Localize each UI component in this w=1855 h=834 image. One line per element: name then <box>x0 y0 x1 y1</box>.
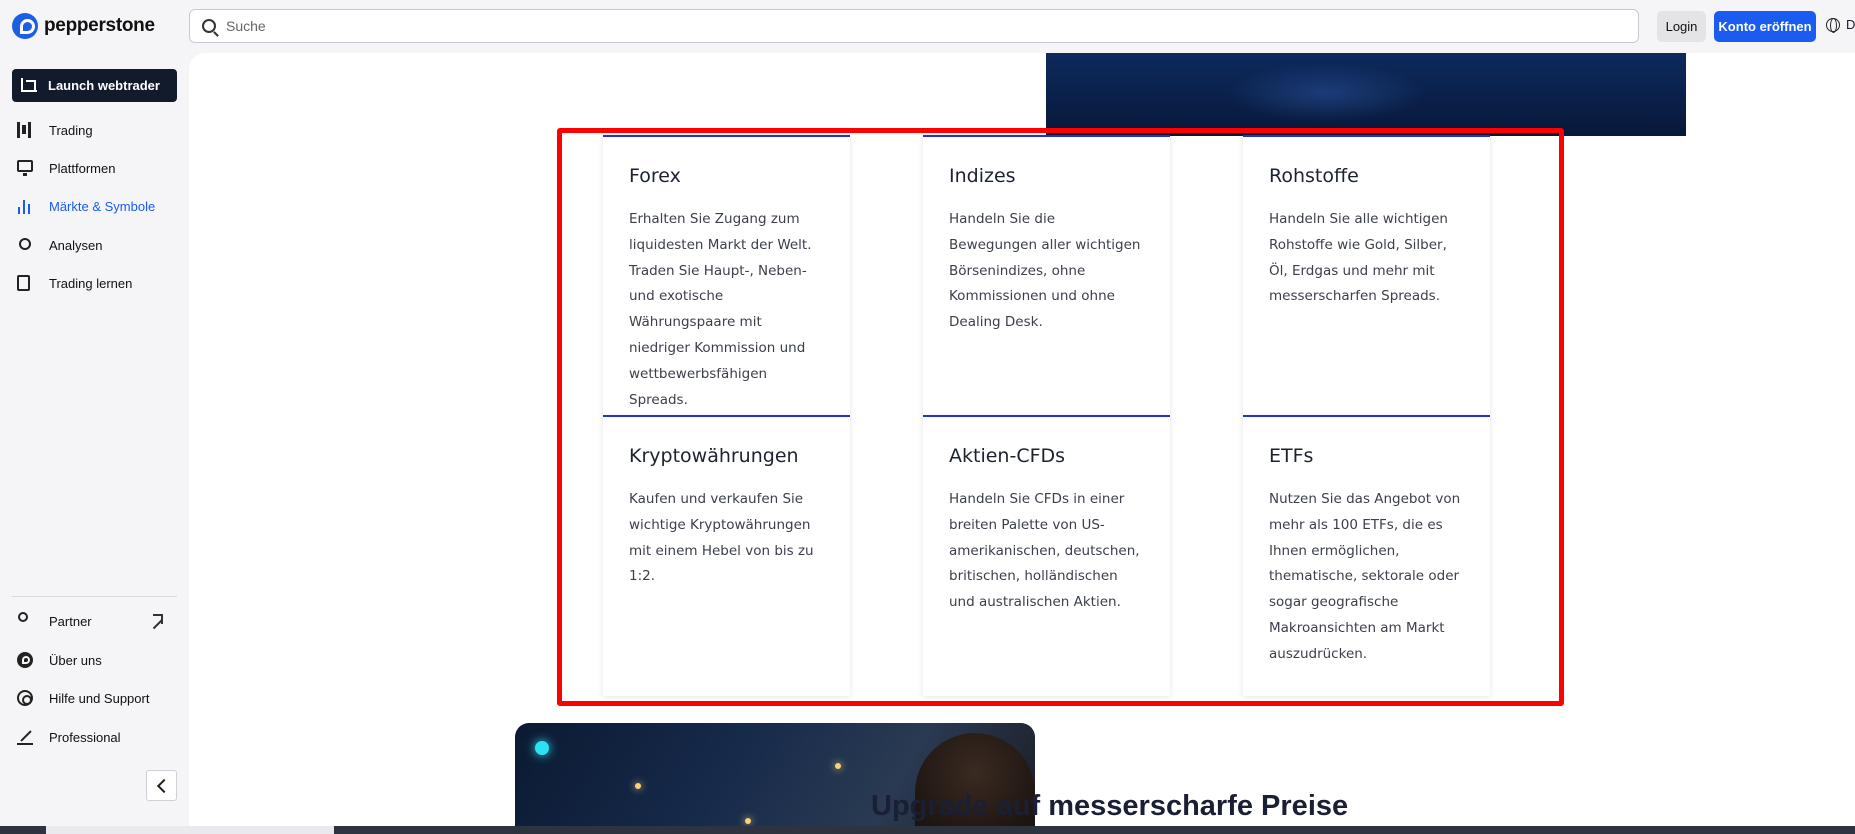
sidebar-item-analyses[interactable]: Analysen <box>12 233 177 257</box>
logo[interactable]: pepperstone <box>12 13 155 39</box>
hero-image <box>1046 53 1686 136</box>
lightbulb-icon <box>19 238 31 250</box>
scrollbar-thumb[interactable] <box>46 826 334 834</box>
logo-text: pepperstone <box>44 15 155 36</box>
sidebar-item-label: Plattformen <box>49 160 116 176</box>
pepperstone-logo-icon <box>12 13 38 39</box>
top-bar: pepperstone Login Konto eröffnen D <box>0 0 1855 53</box>
sidebar-item-platforms[interactable]: Plattformen <box>12 156 177 180</box>
collapse-sidebar-button[interactable] <box>146 770 177 801</box>
bar-chart-icon <box>17 198 33 214</box>
highlight-frame <box>557 128 1564 706</box>
launch-webtrader-label: Launch webtrader <box>48 78 160 93</box>
sidebar-divider <box>12 596 177 597</box>
login-button[interactable]: Login <box>1657 11 1706 42</box>
sidebar-item-partner[interactable]: Partner <box>12 609 177 633</box>
sidebar-item-learn[interactable]: Trading lernen <box>12 271 177 295</box>
language-selector[interactable]: D <box>1826 17 1855 33</box>
city-light <box>745 818 751 824</box>
book-icon <box>17 275 30 291</box>
light-dot-icon <box>535 741 549 755</box>
sidebar: Launch webtrader Trading Plattformen Mär… <box>0 53 189 834</box>
sidebar-item-professional[interactable]: Professional <box>12 725 177 749</box>
search-bar[interactable] <box>189 9 1639 43</box>
search-input[interactable] <box>226 18 1606 34</box>
sidebar-item-label: Über uns <box>49 652 102 668</box>
chart-up-icon <box>21 78 37 92</box>
sidebar-item-label: Professional <box>49 729 121 745</box>
users-icon <box>18 612 28 622</box>
sidebar-item-label: Märkte & Symbole <box>49 198 156 214</box>
sidebar-item-help[interactable]: Hilfe und Support <box>12 686 177 710</box>
language-label: D <box>1846 17 1855 32</box>
city-light <box>635 783 641 789</box>
sidebar-item-label: Trading lernen <box>49 275 133 291</box>
sidebar-item-label: Trading <box>49 122 93 138</box>
sidebar-item-trading[interactable]: Trading <box>12 118 177 142</box>
candlestick-icon <box>17 122 31 138</box>
external-link-icon <box>153 614 163 624</box>
globe-icon <box>1826 17 1840 33</box>
main-content: Forex Erhalten Sie Zugang zum liquideste… <box>189 53 1855 834</box>
launch-webtrader-button[interactable]: Launch webtrader <box>12 69 177 102</box>
sidebar-item-label: Hilfe und Support <box>49 690 150 706</box>
sidebar-item-about[interactable]: Über uns <box>12 648 177 672</box>
pepperstone-mark-icon <box>17 652 33 668</box>
sidebar-item-label: Analysen <box>49 237 103 253</box>
sidebar-item-markets[interactable]: Märkte & Symbole <box>12 194 177 218</box>
open-account-button[interactable]: Konto eröffnen <box>1714 11 1816 42</box>
horizontal-scrollbar[interactable] <box>0 826 1855 834</box>
monitor-icon <box>17 160 33 176</box>
sidebar-item-label: Partner <box>49 613 92 629</box>
pen-icon <box>17 729 33 745</box>
search-icon <box>202 19 216 33</box>
city-light <box>835 763 841 769</box>
lifebuoy-icon <box>17 690 33 706</box>
promo-title: Upgrade auf messerscharfe Preise <box>871 790 1349 822</box>
